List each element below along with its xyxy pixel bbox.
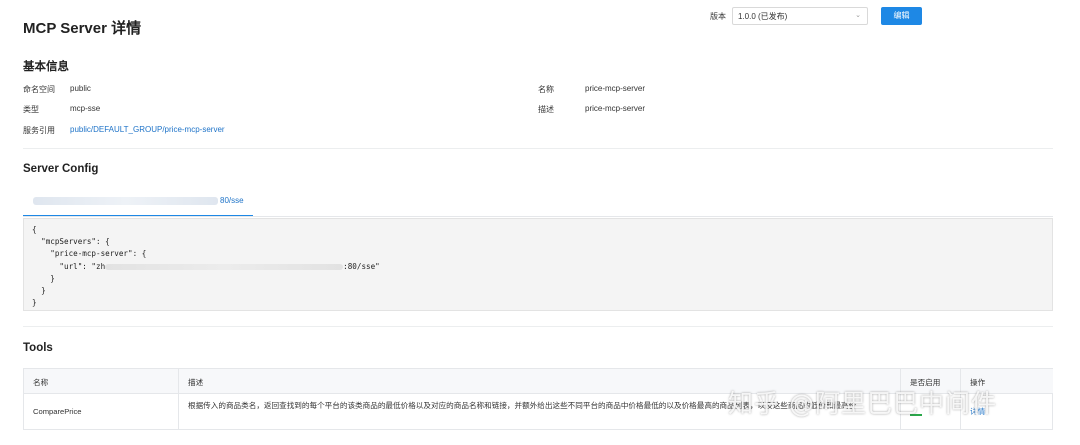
redacted-url	[105, 263, 344, 270]
type-value: mcp-sse	[70, 104, 101, 113]
service-ref-label: 服务引用	[23, 126, 55, 135]
tab-label-suffix: 80/sse	[220, 196, 244, 205]
namespace-value: public	[70, 84, 91, 93]
redacted-endpoint	[33, 197, 218, 205]
page-title: MCP Server 详情	[23, 20, 142, 37]
code-line: "price-mcp-server": {	[32, 249, 147, 259]
section-divider	[23, 326, 1053, 327]
tab-bar-line	[23, 216, 1053, 217]
version-label: 版本	[710, 12, 726, 21]
name-value: price-mcp-server	[585, 84, 646, 93]
code-url-suffix: :80/sse"	[343, 261, 380, 271]
tools-title: Tools	[23, 342, 53, 354]
config-code-block: { "mcpServers": { "price-mcp-server": { …	[23, 218, 1053, 311]
column-header-name: 名称	[24, 369, 179, 394]
description-value: price-mcp-server	[585, 104, 646, 113]
section-divider	[23, 148, 1053, 149]
code-line: "mcpServers": {	[32, 237, 110, 247]
name-label: 名称	[538, 85, 554, 94]
code-line: {	[32, 225, 37, 234]
version-select[interactable]: 1.0.0 (已发布) ⌄	[732, 7, 868, 25]
tab-server-endpoint[interactable]: 80/sse	[23, 193, 253, 217]
namespace-label: 命名空间	[23, 85, 55, 94]
code-line: }	[32, 286, 46, 296]
service-ref-link[interactable]: public/DEFAULT_GROUP/price-mcp-server	[70, 125, 225, 134]
basic-info-title: 基本信息	[23, 61, 69, 73]
code-line: }	[32, 273, 55, 283]
server-config-title: Server Config	[23, 163, 99, 175]
chevron-down-icon: ⌄	[855, 12, 861, 19]
tool-name: ComparePrice	[24, 394, 179, 430]
version-select-value: 1.0.0 (已发布)	[738, 12, 788, 21]
watermark: 知乎 @阿里巴巴中间件	[728, 389, 997, 418]
code-url-prefix: "url": "zh	[32, 261, 106, 271]
code-line: }	[32, 298, 37, 308]
type-label: 类型	[23, 105, 39, 114]
description-label: 描述	[538, 105, 554, 114]
code-line-url: "url": "zh :80/sse"	[32, 261, 1044, 273]
edit-button[interactable]: 编辑	[881, 7, 922, 25]
